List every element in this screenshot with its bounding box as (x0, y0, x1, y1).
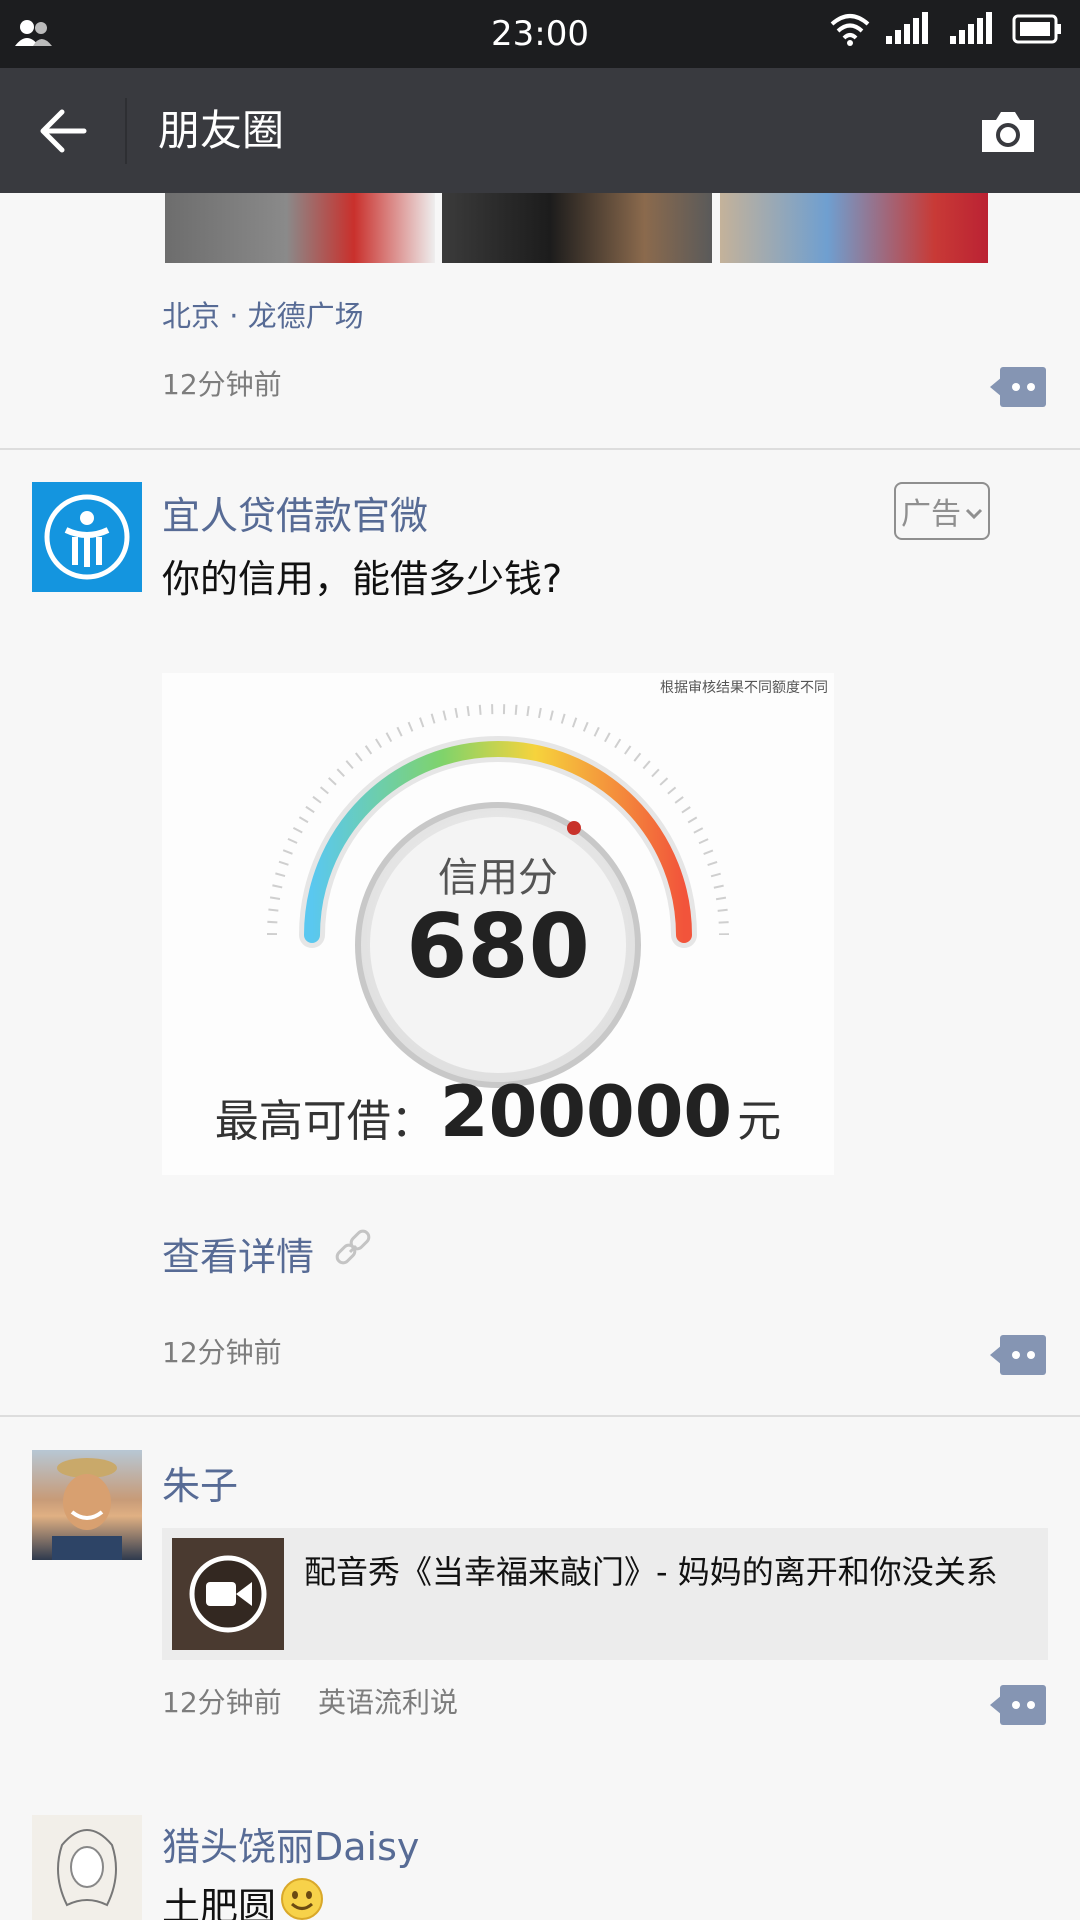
avatar[interactable] (32, 1815, 142, 1920)
status-bar: 23:00 (0, 0, 1080, 68)
post-photo-1[interactable] (165, 193, 435, 263)
wifi-icon (830, 12, 870, 50)
ad-image[interactable]: 根据审核结果不同额度不同 信用分 680 最高可借： 200000 元 (162, 673, 834, 1175)
page-title: 朋友圈 (158, 106, 285, 155)
link-icon (332, 1228, 374, 1279)
post-timestamp: 12分钟前 (162, 368, 282, 401)
view-details-label: 查看详情 (162, 1235, 315, 1279)
moments-feed[interactable]: 北京 · 龙德广场 12分钟前 宜人贷借款官微 广告 你的信用，能借多少钱? 根… (0, 193, 1080, 1920)
max-loan-label: 最高可借： (214, 1096, 435, 1147)
view-details-link[interactable]: 查看详情 (162, 1226, 374, 1281)
signal-icon-2 (948, 12, 998, 50)
nav-bar: 朋友圈 (0, 68, 1080, 193)
back-arrow-icon[interactable] (38, 108, 88, 154)
comment-icon[interactable] (990, 1335, 1046, 1375)
post-location[interactable]: 北京 · 龙德广场 (162, 293, 364, 335)
shared-thumbnail (172, 1538, 284, 1650)
post-timestamp: 12分钟前 (162, 1336, 282, 1369)
ad-badge-label: 广告 (901, 497, 961, 532)
max-loan-unit: 元 (737, 1096, 782, 1147)
post-author[interactable]: 猎头饶丽Daisy (162, 1816, 419, 1871)
nav-divider (125, 98, 127, 164)
credit-score-value: 680 (406, 895, 590, 998)
max-loan-row: 最高可借： 200000 元 (162, 1071, 834, 1153)
comment-icon[interactable] (990, 1685, 1046, 1725)
shared-link-card[interactable]: 配音秀《当幸福来敲门》- 妈妈的离开和你没关系 (162, 1528, 1048, 1660)
ad-badge[interactable]: 广告 (894, 482, 990, 540)
post-photo-2[interactable] (442, 193, 712, 263)
smile-emoji-icon (280, 1877, 324, 1920)
avatar[interactable] (32, 482, 142, 592)
battery-icon (1012, 12, 1062, 50)
signal-icon (884, 12, 934, 50)
chevron-down-icon (965, 494, 983, 529)
post-photo-3[interactable] (720, 193, 988, 263)
post-divider (0, 448, 1080, 450)
avatar[interactable] (32, 1450, 142, 1560)
post-text: 你的信用，能借多少钱? (162, 557, 563, 601)
max-loan-amount: 200000 (439, 1071, 733, 1153)
post-divider (0, 1415, 1080, 1417)
post-text: 土肥圆 (162, 1876, 324, 1920)
post-author[interactable]: 朱子 (162, 1455, 238, 1510)
comment-icon[interactable] (990, 367, 1046, 407)
post-author[interactable]: 宜人贷借款官微 (162, 485, 428, 540)
post-text-content: 土肥圆 (162, 1885, 277, 1920)
shared-title: 配音秀《当幸福来敲门》- 妈妈的离开和你没关系 (304, 1553, 998, 1591)
camera-icon[interactable] (978, 108, 1038, 154)
post-source[interactable]: 英语流利说 (318, 1681, 458, 1721)
post-timestamp: 12分钟前 (162, 1686, 282, 1719)
